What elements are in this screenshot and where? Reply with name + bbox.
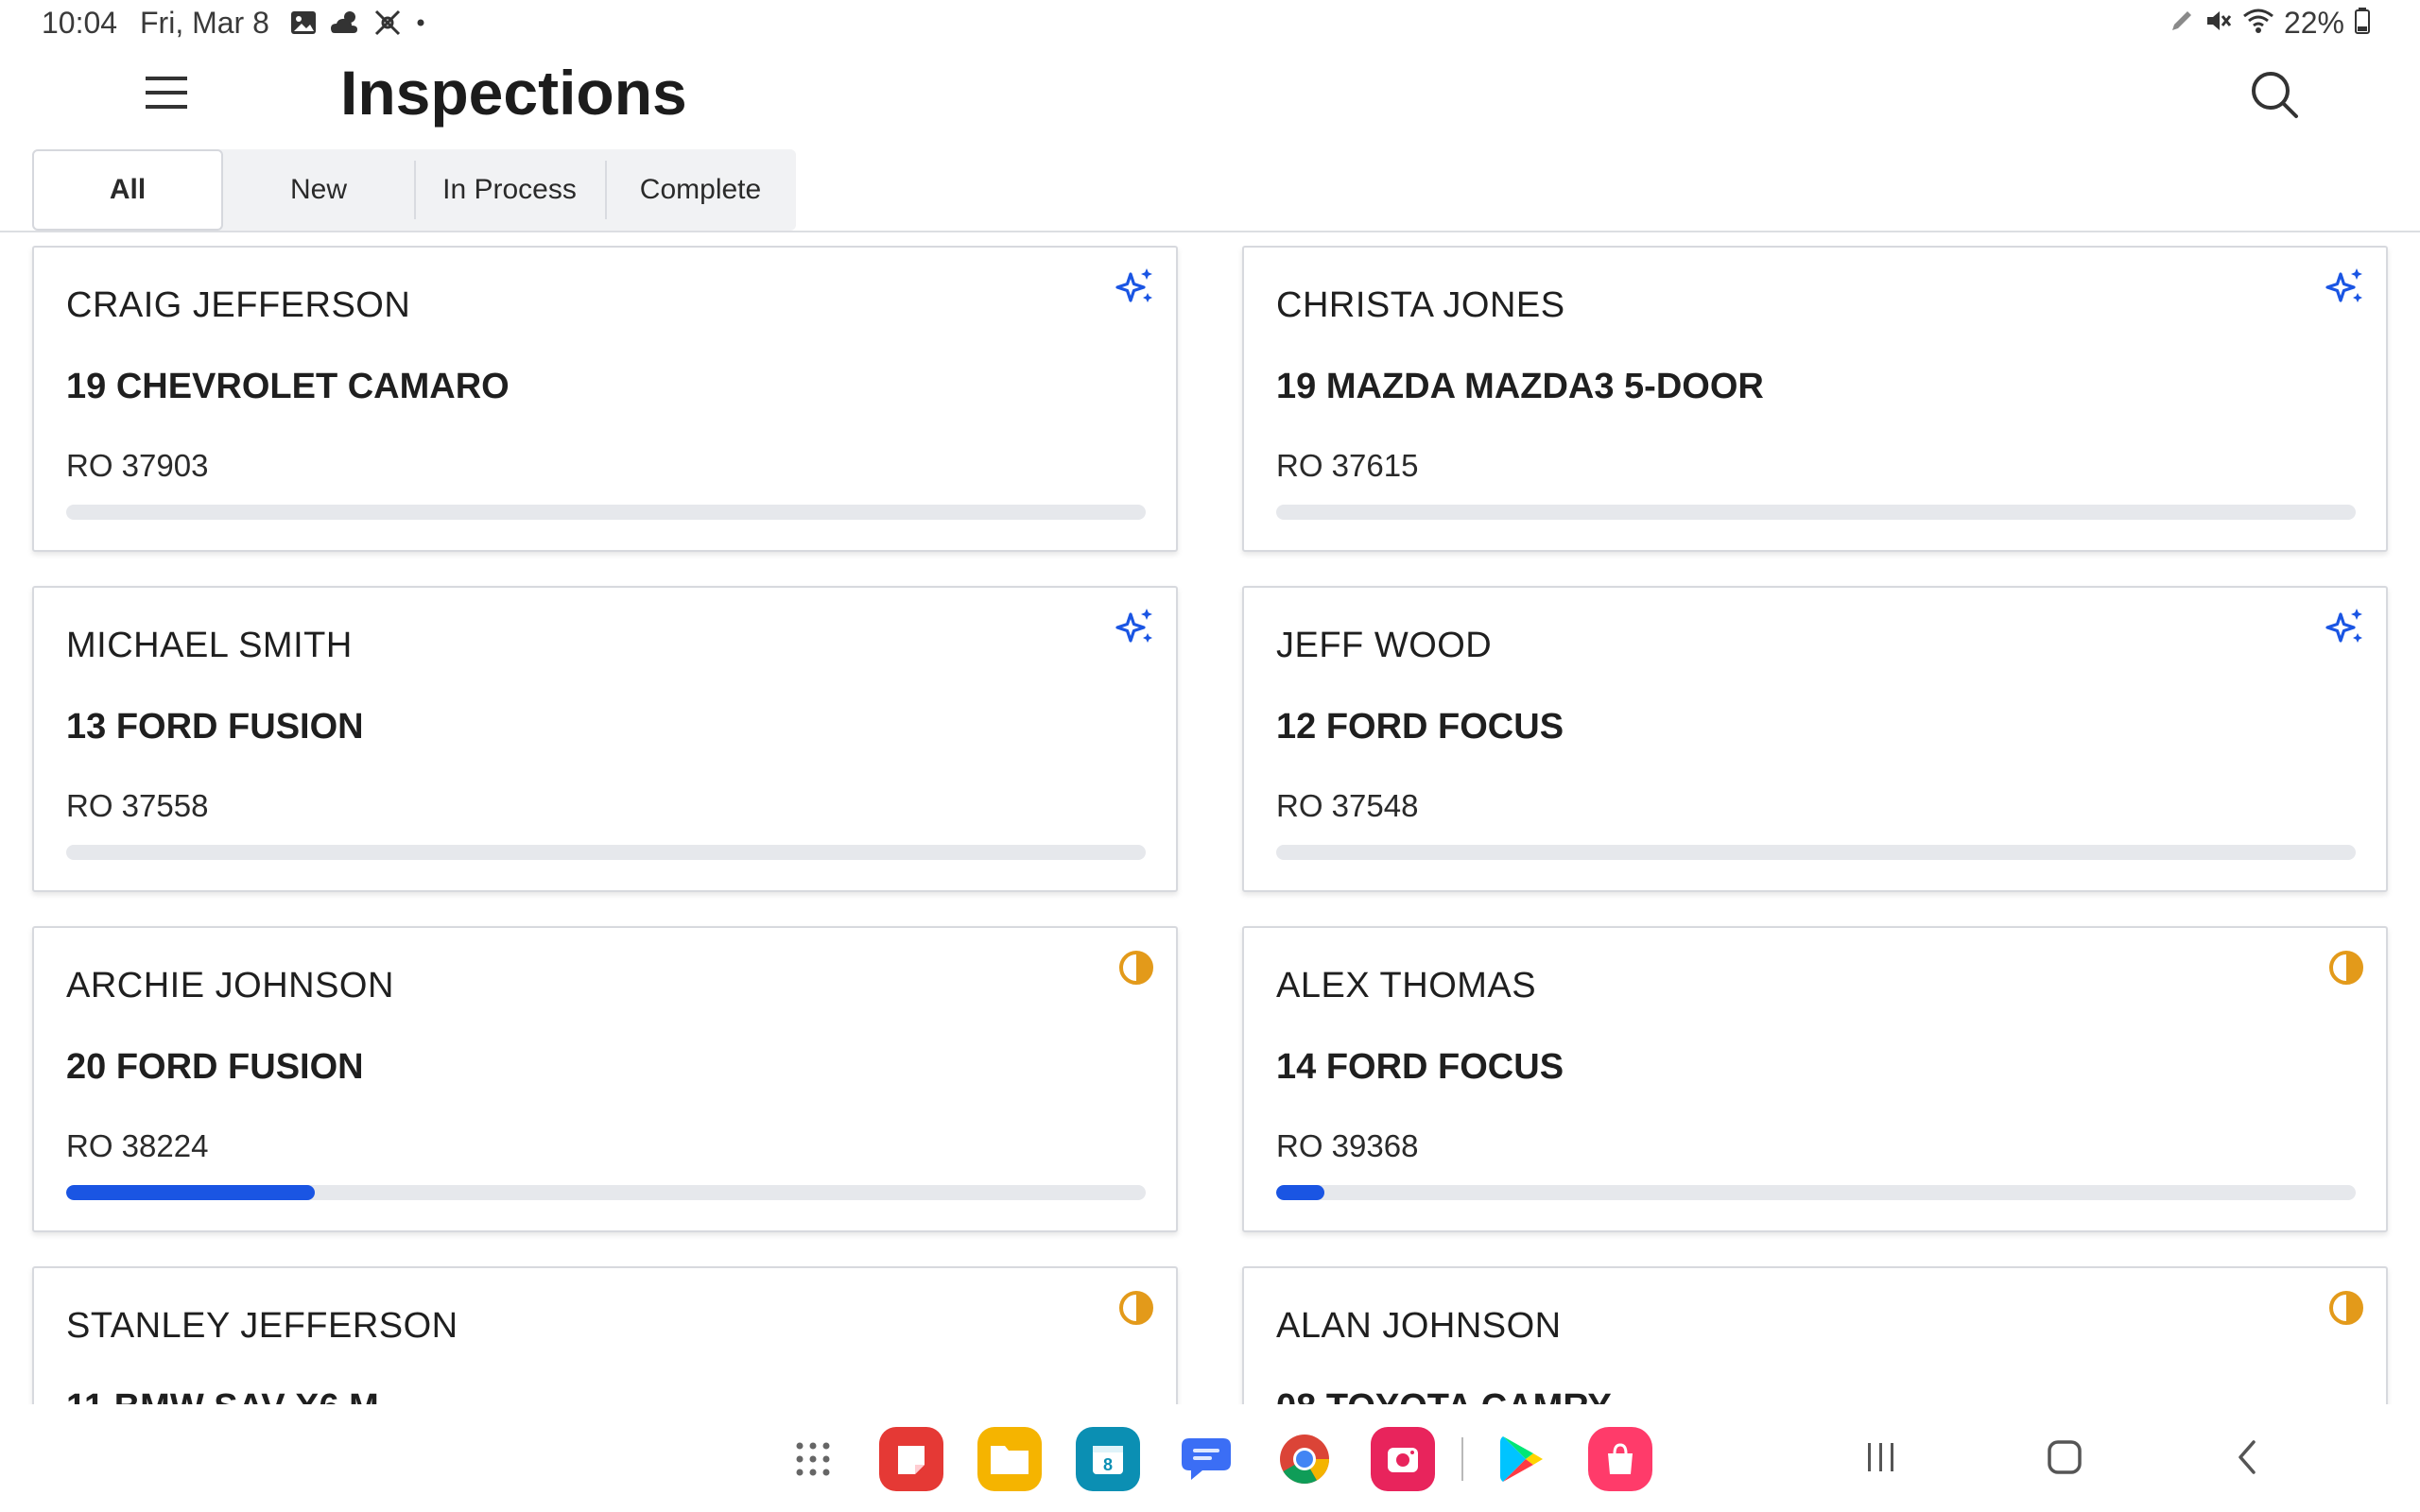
inspection-progress-bar bbox=[66, 505, 1146, 520]
search-icon bbox=[2250, 70, 2299, 124]
notes-app-icon[interactable] bbox=[879, 1427, 943, 1491]
status-right-icons: 22% bbox=[2169, 6, 2371, 41]
menu-button[interactable] bbox=[132, 66, 200, 123]
customer-name: ALAN JOHNSON bbox=[1276, 1306, 1562, 1346]
vehicle-name: 14 FORD FOCUS bbox=[1276, 1047, 1564, 1087]
vehicle-name: 20 FORD FUSION bbox=[66, 1047, 364, 1087]
back-button[interactable] bbox=[2220, 1431, 2276, 1487]
repair-order-number: RO 37615 bbox=[1276, 448, 1419, 483]
repair-order-number: RO 37548 bbox=[1276, 788, 1419, 823]
home-button[interactable] bbox=[2036, 1431, 2093, 1487]
status-bar: 10:04 Fri, Mar 8 22% bbox=[0, 0, 2420, 49]
recents-icon bbox=[1862, 1440, 1900, 1479]
vehicle-name: 08 TOYOTA CAMRY bbox=[1276, 1387, 1612, 1404]
inspection-card[interactable]: ARCHIE JOHNSON 20 FORD FUSION RO 38224 bbox=[32, 926, 1178, 1232]
half-circle-icon bbox=[2325, 947, 2367, 988]
tab-label: In Process bbox=[442, 174, 577, 205]
screen: 10:04 Fri, Mar 8 22% Inspections All New… bbox=[0, 0, 2420, 1512]
half-circle-icon bbox=[1115, 1287, 1157, 1329]
dot-icon bbox=[414, 16, 427, 34]
dock-apps: 8 bbox=[781, 1427, 1652, 1491]
inspection-card[interactable]: CRAIG JEFFERSON 19 CHEVROLET CAMARO RO 3… bbox=[32, 246, 1178, 552]
dock-separator bbox=[1461, 1437, 1463, 1481]
inspection-progress-bar bbox=[66, 845, 1146, 860]
tab-all[interactable]: All bbox=[32, 149, 223, 231]
vehicle-name: 11 BMW SAV X6 M bbox=[66, 1387, 379, 1404]
inspection-progress-bar bbox=[1276, 845, 2356, 860]
sparkle-icon bbox=[1115, 266, 1157, 308]
gallery-icon bbox=[289, 9, 318, 42]
battery-percent: 22% bbox=[2283, 6, 2344, 40]
inspection-card[interactable]: ALEX THOMAS 14 FORD FOCUS RO 39368 bbox=[1242, 926, 2388, 1232]
customer-name: ARCHIE JOHNSON bbox=[66, 966, 394, 1005]
weather-icon bbox=[329, 9, 361, 42]
half-circle-icon bbox=[1115, 947, 1157, 988]
no-sync-icon bbox=[372, 8, 403, 43]
status-time: 10:04 bbox=[42, 6, 118, 40]
tabs-divider bbox=[0, 231, 2420, 232]
vehicle-name: 13 FORD FUSION bbox=[66, 707, 364, 747]
tab-label: Complete bbox=[639, 174, 762, 205]
customer-name: JEFF WOOD bbox=[1276, 626, 1493, 665]
repair-order-number: RO 37903 bbox=[66, 448, 209, 483]
vehicle-name: 12 FORD FOCUS bbox=[1276, 707, 1564, 747]
home-icon bbox=[2046, 1438, 2083, 1481]
calendar-day: 8 bbox=[1103, 1455, 1113, 1474]
app-header: Inspections bbox=[0, 49, 2420, 144]
camera-app-icon[interactable] bbox=[1371, 1427, 1435, 1491]
tab-new[interactable]: New bbox=[223, 149, 414, 231]
repair-order-number: RO 39368 bbox=[1276, 1128, 1419, 1163]
inspection-list[interactable]: CRAIG JEFFERSON 19 CHEVROLET CAMARO RO 3… bbox=[0, 246, 2420, 1404]
chrome-app-icon[interactable] bbox=[1272, 1427, 1337, 1491]
customer-name: ALEX THOMAS bbox=[1276, 966, 1537, 1005]
status-date: Fri, Mar 8 bbox=[140, 6, 269, 40]
back-icon bbox=[2233, 1438, 2263, 1481]
play-store-app-icon[interactable] bbox=[1490, 1427, 1554, 1491]
half-circle-icon bbox=[2325, 1287, 2367, 1329]
sparkle-icon bbox=[2325, 266, 2367, 308]
inspection-card[interactable]: CHRISTA JONES 19 MAZDA MAZDA3 5-DOOR RO … bbox=[1242, 246, 2388, 552]
inspection-card[interactable]: STANLEY JEFFERSON 11 BMW SAV X6 M bbox=[32, 1266, 1178, 1404]
customer-name: CRAIG JEFFERSON bbox=[66, 285, 411, 325]
sparkle-icon bbox=[1115, 607, 1157, 648]
page-title: Inspections bbox=[340, 58, 687, 128]
inspection-card[interactable]: MICHAEL SMITH 13 FORD FUSION RO 37558 bbox=[32, 586, 1178, 892]
search-button[interactable] bbox=[2240, 62, 2308, 130]
tab-complete[interactable]: Complete bbox=[605, 149, 796, 231]
recents-button[interactable] bbox=[1853, 1431, 1910, 1487]
filter-tabs: All New In Process Complete bbox=[32, 149, 796, 231]
inspection-progress-bar bbox=[66, 1185, 1146, 1200]
progress-fill bbox=[66, 1185, 315, 1200]
customer-name: CHRISTA JONES bbox=[1276, 285, 1565, 325]
mute-icon bbox=[2204, 7, 2233, 40]
inspection-progress-bar bbox=[1276, 1185, 2356, 1200]
battery-icon bbox=[2354, 7, 2371, 40]
inspection-card[interactable]: JEFF WOOD 12 FORD FOCUS RO 37548 bbox=[1242, 586, 2388, 892]
tab-label: New bbox=[289, 174, 347, 205]
calendar-app-icon[interactable]: 8 bbox=[1076, 1427, 1140, 1491]
progress-fill bbox=[1276, 1185, 1325, 1200]
repair-order-number: RO 37558 bbox=[66, 788, 209, 823]
apps-grid-icon[interactable] bbox=[781, 1427, 845, 1491]
hamburger-icon bbox=[145, 73, 188, 117]
tab-label: All bbox=[109, 174, 147, 205]
sparkle-icon bbox=[2325, 607, 2367, 648]
galaxy-store-app-icon[interactable] bbox=[1588, 1427, 1652, 1491]
tab-in-process[interactable]: In Process bbox=[414, 149, 605, 231]
status-left-icons bbox=[289, 8, 427, 43]
inspection-card[interactable]: ALAN JOHNSON 08 TOYOTA CAMRY bbox=[1242, 1266, 2388, 1404]
wifi-icon bbox=[2242, 7, 2274, 40]
files-app-icon[interactable] bbox=[977, 1427, 1042, 1491]
customer-name: STANLEY JEFFERSON bbox=[66, 1306, 458, 1346]
taskbar: 8 bbox=[0, 1404, 2420, 1512]
messages-app-icon[interactable] bbox=[1174, 1427, 1238, 1491]
customer-name: MICHAEL SMITH bbox=[66, 626, 353, 665]
inspection-progress-bar bbox=[1276, 505, 2356, 520]
repair-order-number: RO 38224 bbox=[66, 1128, 209, 1163]
vehicle-name: 19 MAZDA MAZDA3 5-DOOR bbox=[1276, 367, 1764, 406]
pen-icon bbox=[2169, 8, 2195, 39]
vehicle-name: 19 CHEVROLET CAMARO bbox=[66, 367, 510, 406]
